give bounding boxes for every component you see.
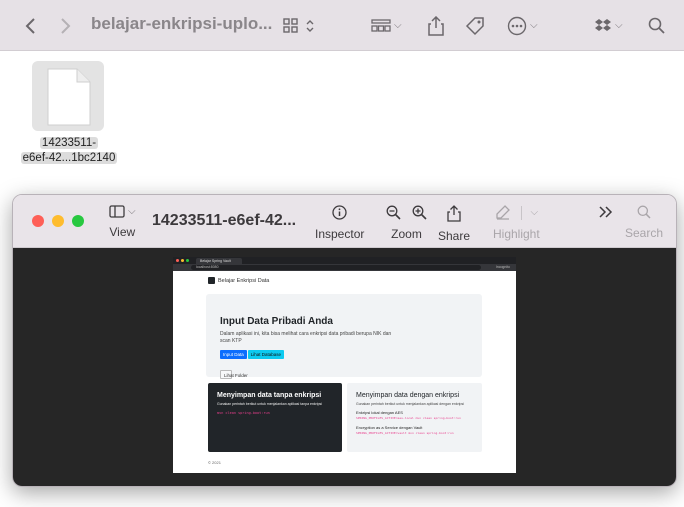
zoom-window-button[interactable] — [72, 215, 84, 227]
plain-storage-card: Menyimpan data tanpa enkripsi Gunakan pe… — [208, 383, 342, 452]
browser-close-dot — [176, 259, 179, 262]
file-name-line1: 14233511- — [39, 137, 99, 149]
sidebar-icon — [109, 205, 125, 218]
browser-address-bar: localhost:8080 Incognito — [173, 264, 516, 271]
zoom-label: Zoom — [391, 227, 422, 241]
hero-section: Input Data Pribadi Anda Dalam aplikasi i… — [206, 294, 482, 379]
dropbox-icon[interactable]: ⌵ — [594, 0, 623, 51]
inspector-button[interactable]: Inspector — [315, 205, 364, 241]
vault-command: SPRING_PROFILES_ACTIVE=vault mvn clean s… — [356, 431, 454, 435]
preview-canvas: Belajar Spring Vault localhost:8080 Inco… — [13, 248, 676, 486]
view-label: View — [109, 225, 136, 239]
share-icon[interactable] — [428, 0, 444, 51]
more-icon[interactable]: ⌵ — [507, 0, 538, 51]
preview-toolbar: ⌵ View 14233511-e6ef-42... Inspector Zoo… — [13, 195, 676, 248]
search-button[interactable]: Search — [625, 205, 663, 240]
site-brand: Belajar Enkripsi Data — [218, 277, 270, 284]
hero-title: Input Data Pribadi Anda — [220, 316, 333, 327]
chevron-left-icon[interactable] — [24, 0, 36, 51]
browser-screenshot: Belajar Spring Vault localhost:8080 Inco… — [173, 257, 516, 473]
hero-description: Dalam aplikasi ini, kita bisa melihat ca… — [220, 331, 392, 344]
group-by-icon[interactable]: ⌵ — [371, 0, 402, 51]
browser-url: localhost:8080 — [191, 265, 481, 270]
chevron-down-icon: ⌵ — [530, 207, 539, 218]
vault-heading: Encryption as a Service dengan Vault — [356, 425, 423, 430]
browser-profile: Incognito — [495, 265, 510, 269]
chevron-right-icon[interactable] — [60, 0, 72, 51]
enc-card-title: Menyimpan data dengan enkripsi — [356, 392, 460, 399]
inspector-label: Inspector — [315, 227, 365, 241]
aes-command: SPRING_PROFILES_ACTIVE=aes-local mvn cle… — [356, 416, 461, 420]
chevron-down-icon: ⌵ — [128, 206, 136, 217]
plain-card-title: Menyimpan data tanpa enkripsi — [217, 392, 322, 399]
input-data-button: Input Data — [220, 350, 247, 359]
zoom-in-icon[interactable] — [412, 205, 427, 220]
preview-title: 14233511-e6ef-42... — [152, 212, 297, 229]
search-icon[interactable] — [648, 0, 666, 51]
aes-heading: Enkripsi lokal dengan AES — [356, 410, 403, 415]
plain-card-subtitle: Gunakan perintah berikut untuk menjalank… — [217, 402, 323, 406]
site-navbar: Belajar Enkripsi Data — [208, 277, 269, 284]
info-icon — [332, 205, 347, 220]
minimize-window-button[interactable] — [52, 215, 64, 227]
document-icon[interactable] — [47, 68, 91, 126]
site-footer: © 2021 — [208, 460, 221, 465]
share-label: Share — [438, 229, 471, 243]
view-button[interactable]: ⌵ View — [109, 205, 136, 239]
zoom-button[interactable]: Zoom — [386, 205, 427, 241]
finder-window-title: belajar-enkripsi-uplo... — [91, 14, 273, 33]
site-logo-icon — [208, 277, 215, 284]
share-button[interactable]: Share — [438, 205, 470, 243]
browser-minimize-dot — [181, 259, 184, 262]
enc-card-subtitle: Gunakan perintah berikut untuk menjalank… — [356, 402, 464, 406]
tag-icon[interactable] — [465, 0, 485, 51]
search-icon — [637, 205, 651, 219]
browser-zoom-dot — [186, 259, 189, 262]
finder-toolbar: belajar-enkripsi-uplo... ⌵ ⌵ ⌵ — [0, 0, 684, 51]
double-chevron-right-icon — [599, 206, 613, 218]
preview-window: ⌵ View 14233511-e6ef-42... Inspector Zoo… — [12, 194, 677, 487]
search-label: Search — [625, 226, 664, 240]
view-database-button: Lihat Database — [247, 350, 285, 359]
share-icon — [447, 205, 461, 222]
hero-buttons: Input Data Lihat Database Lihat Folder — [220, 350, 285, 379]
browser-tab-strip: Belajar Spring Vault — [173, 257, 516, 264]
view-folder-button: Lihat Folder — [220, 370, 248, 379]
plain-card-command: mvn clean spring-boot:run — [217, 411, 270, 415]
highlighter-icon — [495, 205, 510, 220]
highlight-button[interactable]: ⌵ Highlight — [493, 205, 540, 241]
grid-view-icon[interactable] — [283, 0, 315, 51]
more-tools-button[interactable] — [599, 205, 613, 219]
highlight-label: Highlight — [493, 227, 540, 241]
close-window-button[interactable] — [32, 215, 44, 227]
file-name-line2: e6ef-42...1bc2140 — [20, 152, 118, 164]
zoom-out-icon[interactable] — [386, 205, 401, 220]
encrypted-storage-card: Menyimpan data dengan enkripsi Gunakan p… — [347, 383, 482, 452]
file-name-label[interactable]: 14233511- e6ef-42...1bc2140 — [14, 136, 124, 166]
